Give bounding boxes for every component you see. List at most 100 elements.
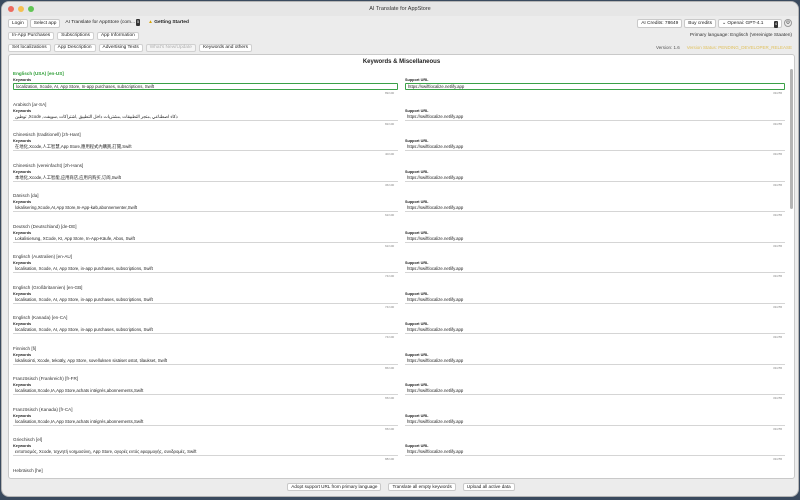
- keywords-panel: Keywords & Miscellaneous Englisch (USA) …: [8, 54, 795, 479]
- getting-started-label: Getting Started: [154, 19, 189, 25]
- keywords-label: Keywords: [13, 322, 32, 326]
- keywords-char-count: 62/100: [385, 243, 395, 248]
- support-url-input[interactable]: https://swiftlocalize.netlify.app: [405, 175, 785, 182]
- keywords-input[interactable]: lokalisointi, Xcode, tekoäly, App Store,…: [13, 358, 398, 365]
- segment-app-information[interactable]: App Information: [96, 31, 139, 40]
- language-label: Englisch (USA) [en-US]: [13, 71, 64, 76]
- version-label: Version: 1.6: [655, 45, 680, 50]
- localization-list: Englisch (USA) [en-US] Keywords Support UR…: [13, 71, 790, 479]
- segment-in-app-purchases[interactable]: In-App Purchases: [8, 31, 55, 40]
- language-label: Chinesisch (traditionell) [zh-Hant]: [13, 132, 81, 137]
- getting-started-button[interactable]: ▲ Getting Started: [145, 19, 192, 28]
- keywords-input[interactable]: Lokalisierung, XCode, KI, App Store, In-…: [13, 236, 398, 243]
- localization-row: Chinesisch (vereinfacht) [zh-Hans] Keywor…: [13, 163, 790, 194]
- support-url-input[interactable]: https://swiftlocalize.netlify.app: [405, 388, 785, 395]
- keywords-input[interactable]: توطين ,Xcode ,ذكاء اصطناعي ,متجر التطبيق…: [13, 114, 398, 121]
- warning-icon: ▲: [148, 19, 153, 25]
- app-window: AI Translate for AppStore Login Select a…: [1, 1, 799, 497]
- app-selector[interactable]: AI Translate for AppStore (com... 5: [62, 18, 143, 28]
- keywords-char-count: 65/100: [385, 426, 395, 431]
- tab-bar: Set localizations App Description Advert…: [2, 41, 798, 54]
- keywords-input[interactable]: lokalisering,Xcode,AI,App Store,In-App-k…: [13, 205, 398, 212]
- tab-advertising-texts[interactable]: Advertising Texts: [98, 43, 143, 52]
- page-title: Keywords & Miscellaneous: [362, 59, 441, 65]
- bottom-actions: Adopt support URL from primary language …: [2, 481, 798, 493]
- keywords-char-count: 65/100: [385, 396, 395, 400]
- url-char-count: 33/255: [773, 182, 783, 187]
- tab-whats-new[interactable]: What's New/Update: [145, 43, 196, 52]
- url-char-count: 33/255: [773, 365, 783, 370]
- close-window-icon[interactable]: [8, 6, 14, 12]
- keywords-char-count: 89/100: [385, 91, 395, 95]
- keywords-input[interactable]: localization, Xcode, AI, App Store, In-a…: [13, 83, 398, 90]
- model-select[interactable]: ⌄ Openai: GPT-4.1 4: [718, 18, 782, 28]
- keywords-input[interactable]: localisation,Xcode,IA,App Store,achats i…: [13, 419, 398, 426]
- support-url-input[interactable]: https://swiftlocalize.netlify.app: [405, 449, 785, 456]
- support-url-input[interactable]: https://swiftlocalize.netlify.app: [405, 83, 785, 90]
- toolbar: Login Select app AI Translate for AppSto…: [2, 16, 798, 30]
- localization-row: Englisch (USA) [en-US] Keywords Support UR…: [13, 71, 790, 102]
- keywords-label: Keywords: [13, 261, 32, 265]
- keywords-label: Keywords: [13, 352, 32, 357]
- support-url-label: Support URL: [405, 322, 429, 326]
- model-select-value: Openai: GPT-4.1: [727, 20, 764, 26]
- url-char-count: 33/255: [773, 152, 783, 156]
- scrollbar-thumb[interactable]: [790, 69, 793, 209]
- support-url-input[interactable]: https://swiftlocalize.netlify.app: [405, 358, 785, 365]
- language-label: Chinesisch (vereinfacht) [zh-Hans]: [13, 162, 84, 168]
- localization-row: Deutsch (Deutschland) [de-DE] Keywords Sup…: [13, 224, 790, 255]
- tab-keywords[interactable]: Keywords and others: [198, 43, 253, 52]
- tab-app-description[interactable]: App Description: [53, 43, 96, 52]
- support-url-input[interactable]: https://swiftlocalize.netlify.app: [405, 297, 785, 304]
- keywords-char-count: 82/100: [385, 121, 395, 126]
- keywords-label: Keywords: [13, 169, 32, 174]
- upload-active-data-button[interactable]: Upload all active data: [462, 483, 515, 491]
- support-url-input[interactable]: https://swiftlocalize.netlify.app: [405, 327, 785, 334]
- keywords-input[interactable]: 本地化,Xcode,人工智能,应用商店,应用内购买,订阅,Swift: [13, 175, 398, 182]
- support-url-label: Support URL: [405, 169, 429, 174]
- support-url-input[interactable]: https://swiftlocalize.netlify.app: [405, 236, 785, 243]
- language-label: Englisch (Großbritannien) [en-GB]: [13, 284, 83, 290]
- keywords-input[interactable]: 在地化,Xcode,人工智慧,App Store,應用程式內購買,訂閱,Swif…: [13, 144, 398, 151]
- title-bar: AI Translate for AppStore: [2, 2, 798, 16]
- gear-icon[interactable]: ⚙: [784, 19, 792, 27]
- language-label: Hebräisch [he]: [13, 467, 43, 473]
- keywords-char-count: 40/100: [385, 152, 395, 156]
- url-char-count: 33/255: [773, 121, 783, 126]
- keywords-input[interactable]: εντοπισμός, Xcode, τεχνητή νοημοσύνη, Ap…: [13, 449, 398, 456]
- minimize-window-icon[interactable]: [18, 6, 24, 12]
- keywords-input[interactable]: localization, Xcode, AI, App Store, in-a…: [13, 327, 398, 334]
- support-url-input[interactable]: https://swiftlocalize.netlify.app: [405, 114, 785, 121]
- support-url-label: Support URL: [405, 352, 429, 357]
- login-button[interactable]: Login: [8, 18, 28, 28]
- url-char-count: 33/255: [773, 91, 783, 95]
- keywords-input[interactable]: localisation, Xcode, AI, App Store, in-a…: [13, 266, 398, 273]
- segment-subscriptions[interactable]: Subscriptions: [57, 31, 94, 40]
- support-url-input[interactable]: https://swiftlocalize.netlify.app: [405, 144, 785, 151]
- tab-set-localizations[interactable]: Set localizations: [8, 43, 51, 52]
- localization-row: Hebräisch [he]: [13, 467, 790, 479]
- support-url-label: Support URL: [405, 413, 429, 418]
- keywords-input[interactable]: localisation,Xcode,IA,App Store,achats i…: [13, 388, 398, 395]
- keywords-char-count: 86/100: [385, 365, 395, 370]
- keywords-char-count: 36/100: [385, 182, 395, 187]
- support-url-label: Support URL: [405, 383, 429, 387]
- version-status: Version Status: PENDING_DEVELOPER_RELEAS…: [686, 45, 792, 50]
- keywords-char-count: 74/100: [385, 304, 395, 309]
- support-url-input[interactable]: https://swiftlocalize.netlify.app: [405, 205, 785, 212]
- buy-credits-button[interactable]: Buy credits: [684, 18, 716, 28]
- support-url-label: Support URL: [405, 108, 429, 113]
- keywords-label: Keywords: [13, 139, 32, 143]
- support-url-input[interactable]: https://swiftlocalize.netlify.app: [405, 419, 785, 426]
- zoom-window-icon[interactable]: [28, 6, 34, 12]
- keywords-label: Keywords: [13, 78, 32, 82]
- url-char-count: 33/255: [773, 335, 783, 339]
- support-url-input[interactable]: https://swiftlocalize.netlify.app: [405, 266, 785, 273]
- url-char-count: 33/255: [773, 243, 783, 248]
- keywords-input[interactable]: localisation, Xcode, AI, App Store, in-a…: [13, 297, 398, 304]
- url-char-count: 33/255: [773, 396, 783, 400]
- adopt-support-url-button[interactable]: Adopt support URL from primary language: [287, 483, 382, 491]
- translate-empty-keywords-button[interactable]: Translate all empty keywords: [388, 483, 456, 491]
- localization-row: Englisch (Großbritannien) [en-GB] Keyword…: [13, 285, 790, 316]
- select-app-button[interactable]: Select app: [29, 18, 61, 28]
